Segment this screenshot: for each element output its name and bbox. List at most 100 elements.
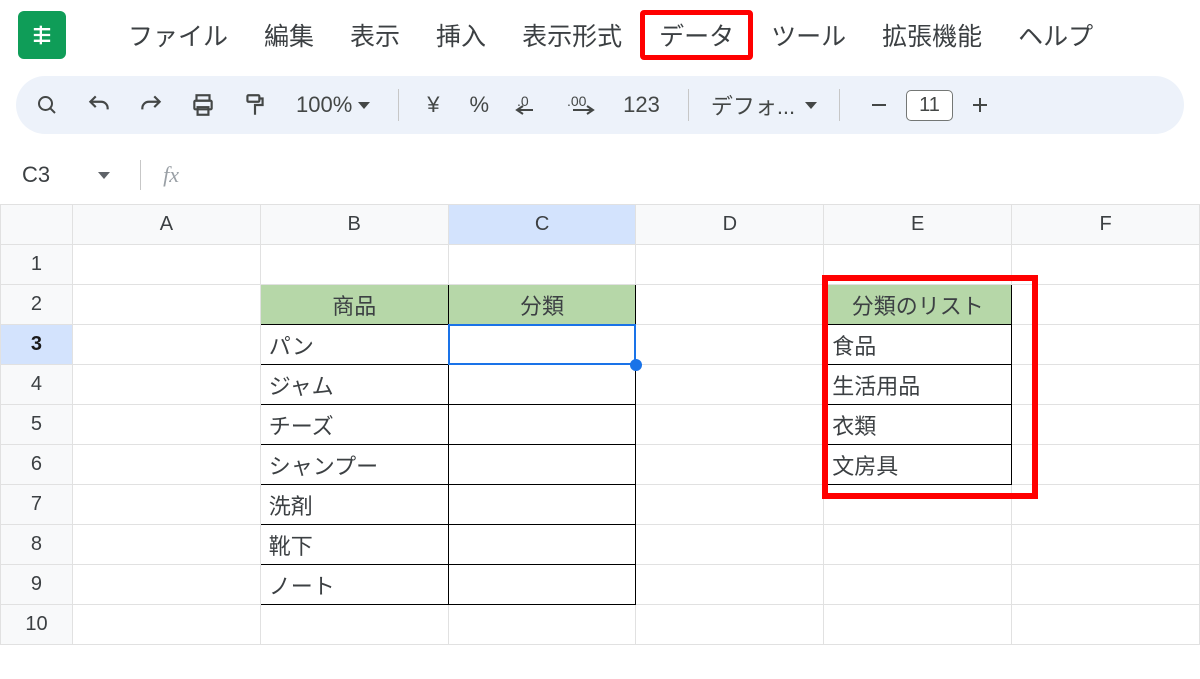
cell-B7[interactable]: 洗剤 — [260, 485, 448, 525]
cell-C1[interactable] — [448, 245, 636, 285]
cell-A2[interactable] — [72, 285, 260, 325]
cell-F2[interactable] — [1012, 285, 1200, 325]
number-format-button[interactable]: 123 — [617, 88, 666, 122]
cell-F4[interactable] — [1012, 365, 1200, 405]
cell-A10[interactable] — [72, 605, 260, 645]
cell-C2[interactable]: 分類 — [448, 285, 636, 325]
zoom-dropdown[interactable]: 100% — [290, 92, 376, 118]
cell-B8[interactable]: 靴下 — [260, 525, 448, 565]
name-box[interactable]: C3 — [14, 158, 118, 192]
col-header-A[interactable]: A — [72, 205, 260, 245]
cell-E9[interactable] — [824, 565, 1012, 605]
cell-B4[interactable]: ジャム — [260, 365, 448, 405]
cell-F9[interactable] — [1012, 565, 1200, 605]
cell-F3[interactable] — [1012, 325, 1200, 365]
menu-format[interactable]: 表示形式 — [504, 11, 640, 59]
row-header-4[interactable]: 4 — [1, 365, 73, 405]
font-family-dropdown[interactable]: デフォ... — [711, 89, 817, 121]
cell-D5[interactable] — [636, 405, 824, 445]
menu-tools[interactable]: ツール — [753, 11, 864, 59]
cell-E1[interactable] — [824, 245, 1012, 285]
col-header-D[interactable]: D — [636, 205, 824, 245]
cell-B1[interactable] — [260, 245, 448, 285]
decrease-decimal-button[interactable]: .0 — [513, 88, 547, 122]
cell-F8[interactable] — [1012, 525, 1200, 565]
cell-D2[interactable] — [636, 285, 824, 325]
row-header-6[interactable]: 6 — [1, 445, 73, 485]
cell-D10[interactable] — [636, 605, 824, 645]
row-header-10[interactable]: 10 — [1, 605, 73, 645]
cell-E5[interactable]: 衣類 — [824, 405, 1012, 445]
cell-D3[interactable] — [636, 325, 824, 365]
menu-file[interactable]: ファイル — [110, 11, 246, 59]
cell-A5[interactable] — [72, 405, 260, 445]
row-header-2[interactable]: 2 — [1, 285, 73, 325]
cell-D9[interactable] — [636, 565, 824, 605]
cell-D6[interactable] — [636, 445, 824, 485]
menu-help[interactable]: ヘルプ — [1000, 11, 1111, 59]
cell-E7[interactable] — [824, 485, 1012, 525]
cell-E10[interactable] — [824, 605, 1012, 645]
undo-icon[interactable] — [82, 88, 116, 122]
col-header-C[interactable]: C — [448, 205, 636, 245]
cell-F6[interactable] — [1012, 445, 1200, 485]
cell-F1[interactable] — [1012, 245, 1200, 285]
cell-A4[interactable] — [72, 365, 260, 405]
cell-B10[interactable] — [260, 605, 448, 645]
cell-A1[interactable] — [72, 245, 260, 285]
cell-C6[interactable] — [448, 445, 636, 485]
cell-F7[interactable] — [1012, 485, 1200, 525]
cell-C4[interactable] — [448, 365, 636, 405]
cell-C10[interactable] — [448, 605, 636, 645]
cell-E2[interactable]: 分類のリスト — [824, 285, 1012, 325]
row-header-7[interactable]: 7 — [1, 485, 73, 525]
row-header-9[interactable]: 9 — [1, 565, 73, 605]
cell-B5[interactable]: チーズ — [260, 405, 448, 445]
cell-A8[interactable] — [72, 525, 260, 565]
cell-B3[interactable]: パン — [260, 325, 448, 365]
col-header-B[interactable]: B — [260, 205, 448, 245]
paint-format-icon[interactable] — [238, 88, 272, 122]
redo-icon[interactable] — [134, 88, 168, 122]
percent-format-button[interactable]: % — [464, 88, 496, 122]
cell-C8[interactable] — [448, 525, 636, 565]
decrease-font-size-button[interactable] — [862, 88, 896, 122]
cell-D8[interactable] — [636, 525, 824, 565]
cell-E6[interactable]: 文房具 — [824, 445, 1012, 485]
cell-D4[interactable] — [636, 365, 824, 405]
menu-extensions[interactable]: 拡張機能 — [864, 11, 1000, 59]
row-header-1[interactable]: 1 — [1, 245, 73, 285]
sheets-logo[interactable] — [18, 11, 66, 59]
menu-insert[interactable]: 挿入 — [418, 11, 504, 59]
cell-B6[interactable]: シャンプー — [260, 445, 448, 485]
cell-B9[interactable]: ノート — [260, 565, 448, 605]
cell-B2[interactable]: 商品 — [260, 285, 448, 325]
currency-format-button[interactable]: ¥ — [421, 88, 445, 122]
row-header-8[interactable]: 8 — [1, 525, 73, 565]
search-icon[interactable] — [30, 88, 64, 122]
print-icon[interactable] — [186, 88, 220, 122]
cell-E8[interactable] — [824, 525, 1012, 565]
cell-C7[interactable] — [448, 485, 636, 525]
cell-D1[interactable] — [636, 245, 824, 285]
menu-edit[interactable]: 編集 — [246, 11, 332, 59]
cell-A3[interactable] — [72, 325, 260, 365]
font-size-input[interactable]: 11 — [906, 90, 953, 121]
cell-A9[interactable] — [72, 565, 260, 605]
row-header-3[interactable]: 3 — [1, 325, 73, 365]
cell-A6[interactable] — [72, 445, 260, 485]
cell-F5[interactable] — [1012, 405, 1200, 445]
cell-F10[interactable] — [1012, 605, 1200, 645]
increase-font-size-button[interactable] — [963, 88, 997, 122]
select-all-corner[interactable] — [1, 205, 73, 245]
cell-C5[interactable] — [448, 405, 636, 445]
cell-C9[interactable] — [448, 565, 636, 605]
cell-C3[interactable] — [448, 325, 636, 365]
col-header-F[interactable]: F — [1012, 205, 1200, 245]
cell-A7[interactable] — [72, 485, 260, 525]
cell-E4[interactable]: 生活用品 — [824, 365, 1012, 405]
increase-decimal-button[interactable]: .00 — [565, 88, 599, 122]
menu-data[interactable]: データ — [640, 10, 753, 60]
menu-view[interactable]: 表示 — [332, 11, 418, 59]
cell-D7[interactable] — [636, 485, 824, 525]
